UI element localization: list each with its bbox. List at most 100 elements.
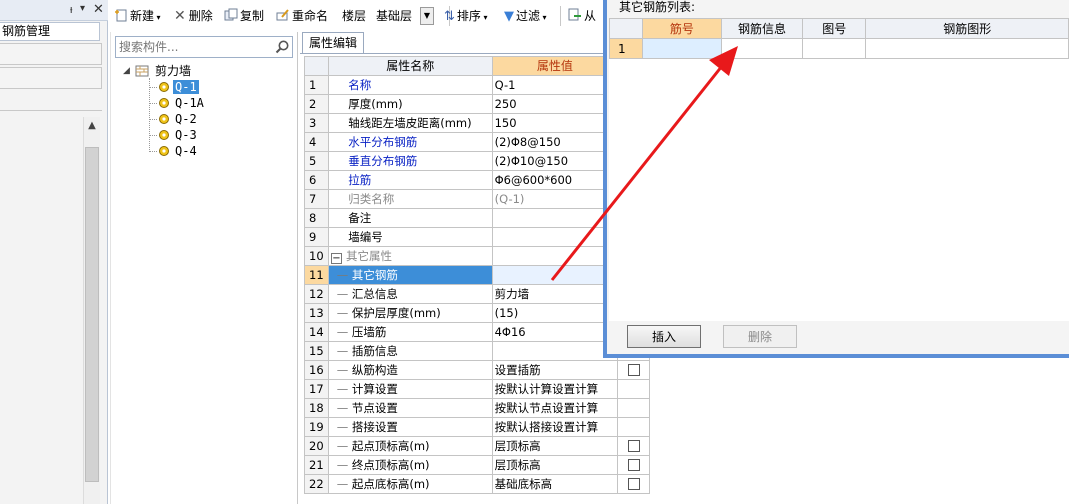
column-header-bar-shape[interactable]: 钢筋图形 [865,18,1069,39]
property-name-cell[interactable]: — 起点底标高(m) [327,474,493,494]
table-row[interactable]: 21 — 终点顶标高(m) 层顶标高 [304,455,650,475]
left-panel-section-bar[interactable] [0,43,102,65]
tree-item-q3[interactable]: Q-3 [175,128,197,142]
property-name-cell[interactable]: 垂直分布钢筋 [327,151,493,171]
property-value-cell[interactable]: 层顶标高 [491,436,619,456]
property-value-cell[interactable]: 150 [491,113,619,133]
property-extra-cell[interactable] [617,436,650,456]
property-checkbox[interactable] [627,363,640,376]
search-input[interactable] [116,37,272,57]
scroll-thumb[interactable] [85,147,99,482]
dropdown-icon[interactable]: ▾ [80,3,92,17]
property-name-cell[interactable]: — 计算设置 [327,379,493,399]
property-name-cell[interactable]: — 搭接设置 [327,417,493,437]
rename-button[interactable]: 重命名 [276,6,328,26]
property-value-cell[interactable]: 250 [491,94,619,114]
table-row[interactable]: 22 — 起点底标高(m) 基础底标高 [304,474,650,494]
property-checkbox[interactable] [627,477,640,490]
property-value-cell[interactable]: 按默认搭接设置计算 [491,417,619,437]
left-panel-scrollbar[interactable]: ▲ [83,117,100,504]
property-value-cell[interactable]: 剪力墙 [491,284,619,304]
table-row[interactable]: 5 垂直分布钢筋 (2)Φ10@150 [304,151,650,171]
sort-button[interactable]: ⇅ 排序 ▾ [444,6,487,26]
table-row[interactable]: 20 — 起点顶标高(m) 层顶标高 [304,436,650,456]
tree-item-q4[interactable]: Q-4 [175,144,197,158]
property-name-cell[interactable]: 拉筋 [327,170,493,190]
table-row[interactable]: 1 [609,38,1069,59]
table-row[interactable]: 1 名称 Q-1 [304,75,650,95]
new-button[interactable]: 新建 ▾ [114,6,161,26]
property-value-cell[interactable] [491,265,619,285]
table-row[interactable]: 11 — 其它钢筋 [304,265,650,285]
tab-rebar-management[interactable]: 钢筋管理 [0,22,100,41]
table-row[interactable]: 19 — 搭接设置 按默认搭接设置计算 [304,417,650,437]
property-name-cell[interactable]: 水平分布钢筋 [327,132,493,152]
tree-root-label[interactable]: 剪力墙 [155,64,191,78]
property-value-cell[interactable]: 设置插筋 [491,360,619,380]
cell-bar-info[interactable] [720,38,804,59]
property-name-cell[interactable]: — 终点顶标高(m) [327,455,493,475]
filter-button[interactable]: ▼ 过滤 ▾ [504,6,547,26]
delete-button[interactable]: ✕ 删除 [174,6,213,26]
property-name-cell[interactable]: 轴线距左墙皮距离(mm) [327,113,493,133]
table-row[interactable]: 18 — 节点设置 按默认节点设置计算 [304,398,650,418]
column-header-drawing-no[interactable]: 图号 [802,18,867,39]
search-icon[interactable] [274,39,290,55]
cell-bar-no[interactable] [641,38,722,59]
copy-button[interactable]: 复制 [224,6,264,26]
chevron-down-icon[interactable]: ▼ [420,7,434,25]
column-header-value[interactable]: 属性值 [491,56,619,76]
property-name-cell[interactable]: — 节点设置 [327,398,493,418]
property-value-cell[interactable]: 按默认节点设置计算 [491,398,619,418]
property-value-cell[interactable]: (2)Φ8@150 [491,132,619,152]
property-name-cell[interactable]: − 其它属性 [327,246,493,266]
table-row[interactable]: 6 拉筋 Φ6@600*600 [304,170,650,190]
property-name-cell[interactable]: — 纵筋构造 [327,360,493,380]
table-row[interactable]: 17 — 计算设置 按默认计算设置计算 [304,379,650,399]
property-value-cell[interactable]: Φ6@600*600 [491,170,619,190]
column-header-bar-info[interactable]: 钢筋信息 [720,18,804,39]
property-value-cell[interactable]: (15) [491,303,619,323]
property-name-cell[interactable]: — 压墙筋 [327,322,493,342]
table-row[interactable]: 16 — 纵筋构造 设置插筋 [304,360,650,380]
property-value-cell[interactable] [491,341,619,361]
table-row[interactable]: 9 墙编号 [304,227,650,247]
table-row[interactable]: 10− 其它属性 [304,246,650,266]
delete-button[interactable]: 删除 [723,325,797,348]
table-row[interactable]: 14 — 压墙筋 4Φ16 [304,322,650,342]
property-value-cell[interactable]: 按默认计算设置计算 [491,379,619,399]
property-name-cell[interactable]: — 汇总信息 [327,284,493,304]
tree-item-q1[interactable]: Q-1 [173,80,199,94]
property-name-cell[interactable]: 备注 [327,208,493,228]
property-value-cell[interactable]: (2)Φ10@150 [491,151,619,171]
table-row[interactable]: 4 水平分布钢筋 (2)Φ8@150 [304,132,650,152]
table-row[interactable]: 2 厚度(mm) 250 [304,94,650,114]
property-value-cell[interactable]: 4Φ16 [491,322,619,342]
property-extra-cell[interactable] [617,360,650,380]
property-name-cell[interactable]: 墙编号 [327,227,493,247]
tab-property-edit[interactable]: 属性编辑 [302,32,364,53]
property-value-cell[interactable]: 层顶标高 [491,455,619,475]
property-name-cell[interactable]: — 其它钢筋 [327,265,493,285]
column-header-name[interactable]: 属性名称 [327,56,493,76]
table-row[interactable]: 12 — 汇总信息 剪力墙 [304,284,650,304]
table-row[interactable]: 7 归类名称 (Q-1) [304,189,650,209]
table-row[interactable]: 13 — 保护层厚度(mm) (15) [304,303,650,323]
cell-bar-shape[interactable] [865,38,1069,59]
property-value-cell[interactable]: (Q-1) [491,189,619,209]
from-button[interactable]: 从 [568,6,596,26]
close-icon[interactable]: ✕ [93,2,105,17]
property-name-cell[interactable]: — 插筋信息 [327,341,493,361]
left-panel-section-bar[interactable] [0,67,102,89]
scroll-up-icon[interactable]: ▲ [84,117,100,134]
property-value-cell[interactable] [491,208,619,228]
table-row[interactable]: 8 备注 [304,208,650,228]
column-header-bar-no[interactable]: 筋号 [641,18,722,39]
property-name-cell[interactable]: — 保护层厚度(mm) [327,303,493,323]
property-name-cell[interactable]: — 起点顶标高(m) [327,436,493,456]
property-checkbox[interactable] [627,458,640,471]
property-name-cell[interactable]: 名称 [327,75,493,95]
property-value-cell[interactable]: Q-1 [491,75,619,95]
collapse-icon[interactable]: − [330,252,342,264]
tree-item-q1a[interactable]: Q-1A [175,96,204,110]
